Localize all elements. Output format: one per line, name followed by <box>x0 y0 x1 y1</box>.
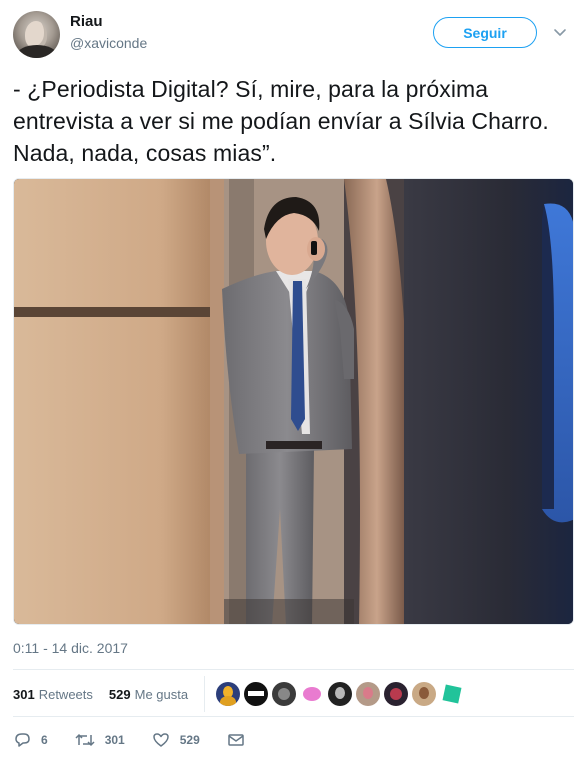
divider-bottom <box>13 716 574 717</box>
tweet-stats: 301 Retweets 529 Me gusta <box>13 684 200 704</box>
envelope-icon <box>228 734 244 746</box>
tweet-actions: 6 301 529 <box>13 728 272 752</box>
retweet-count: 301 <box>104 733 125 747</box>
like-button[interactable]: 529 <box>152 731 200 749</box>
retweet-icon <box>75 733 95 747</box>
tweet-text: - ¿Periodista Digital? Sí, mire, para la… <box>13 76 549 166</box>
tweet-photo-illustration <box>14 179 573 624</box>
likes-stat[interactable]: 529 Me gusta <box>109 687 188 702</box>
avatar-suit <box>17 45 57 58</box>
divider-top <box>13 669 574 670</box>
liker-avatar[interactable] <box>216 682 240 706</box>
liker-avatar[interactable] <box>272 682 296 706</box>
user-handle[interactable]: @xaviconde <box>70 35 147 51</box>
reply-button[interactable]: 6 <box>13 731 48 749</box>
avatar[interactable] <box>13 11 60 58</box>
tweet-header: Riau @xaviconde Seguir <box>0 0 587 70</box>
reply-icon <box>15 733 30 747</box>
stats-separator <box>204 676 205 712</box>
likers-avatars <box>216 682 464 708</box>
likes-label: Me gusta <box>134 686 189 702</box>
liker-avatar[interactable] <box>440 682 464 706</box>
liker-avatar[interactable] <box>384 682 408 706</box>
chevron-down-icon[interactable] <box>552 24 568 40</box>
retweet-button[interactable]: 301 <box>75 731 125 749</box>
liker-avatar[interactable] <box>328 682 352 706</box>
retweets-count: 301 <box>13 686 35 702</box>
liker-avatar[interactable] <box>356 682 380 706</box>
liker-avatar[interactable] <box>244 682 268 706</box>
like-count: 529 <box>179 733 200 747</box>
heart-icon <box>152 733 169 747</box>
reply-count: 6 <box>41 733 48 747</box>
tweet-photo[interactable] <box>13 178 574 625</box>
retweets-label: Retweets <box>38 686 93 702</box>
liker-avatar[interactable] <box>300 682 324 706</box>
liker-avatar[interactable] <box>412 682 436 706</box>
retweets-stat[interactable]: 301 Retweets <box>13 687 93 702</box>
likes-count: 529 <box>108 686 131 702</box>
tweet-timestamp[interactable]: 0:11 - 14 dic. 2017 <box>13 640 128 656</box>
display-name[interactable]: Riau <box>70 13 103 30</box>
direct-message-button[interactable] <box>227 731 245 749</box>
follow-button[interactable]: Seguir <box>433 17 537 48</box>
